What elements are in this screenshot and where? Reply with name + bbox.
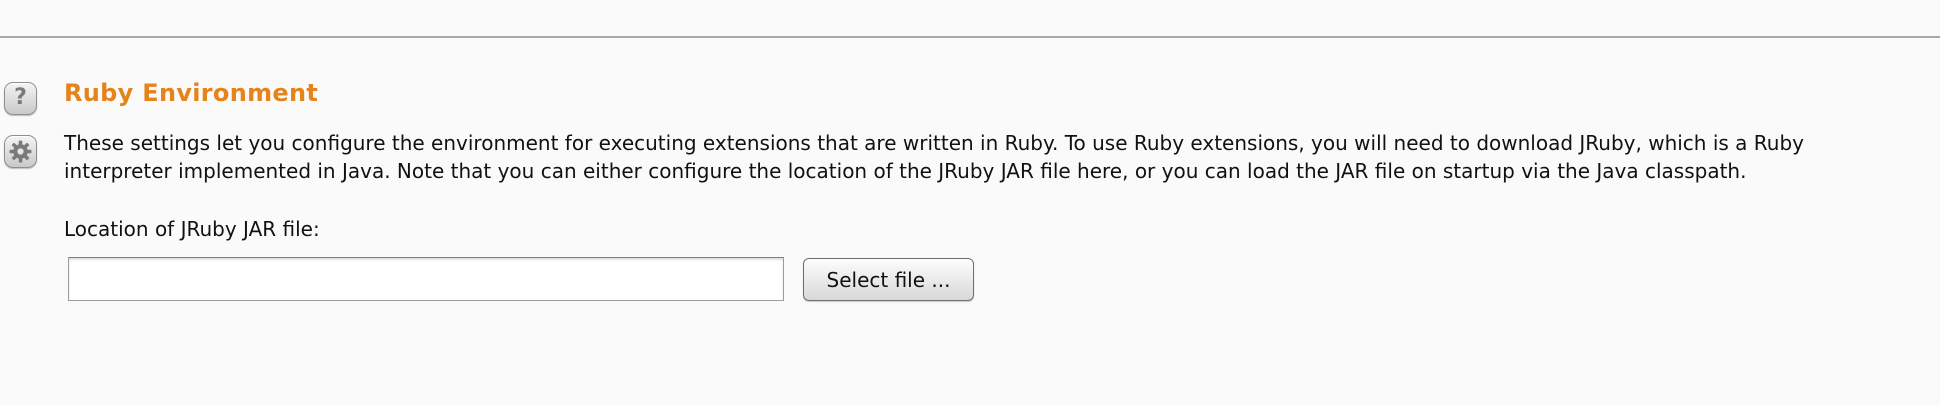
question-mark-glyph: ?	[14, 85, 27, 110]
help-icon[interactable]: ?	[4, 82, 37, 115]
section-description: These settings let you configure the env…	[64, 131, 1804, 183]
top-divider	[0, 36, 1940, 38]
gear-icon[interactable]	[4, 135, 37, 168]
gear-glyph	[9, 140, 32, 163]
jar-location-label: Location of JRuby JAR file:	[64, 217, 320, 241]
jar-path-input[interactable]	[68, 257, 784, 301]
section-title: Ruby Environment	[64, 79, 319, 107]
select-file-button[interactable]: Select file ...	[803, 258, 974, 301]
